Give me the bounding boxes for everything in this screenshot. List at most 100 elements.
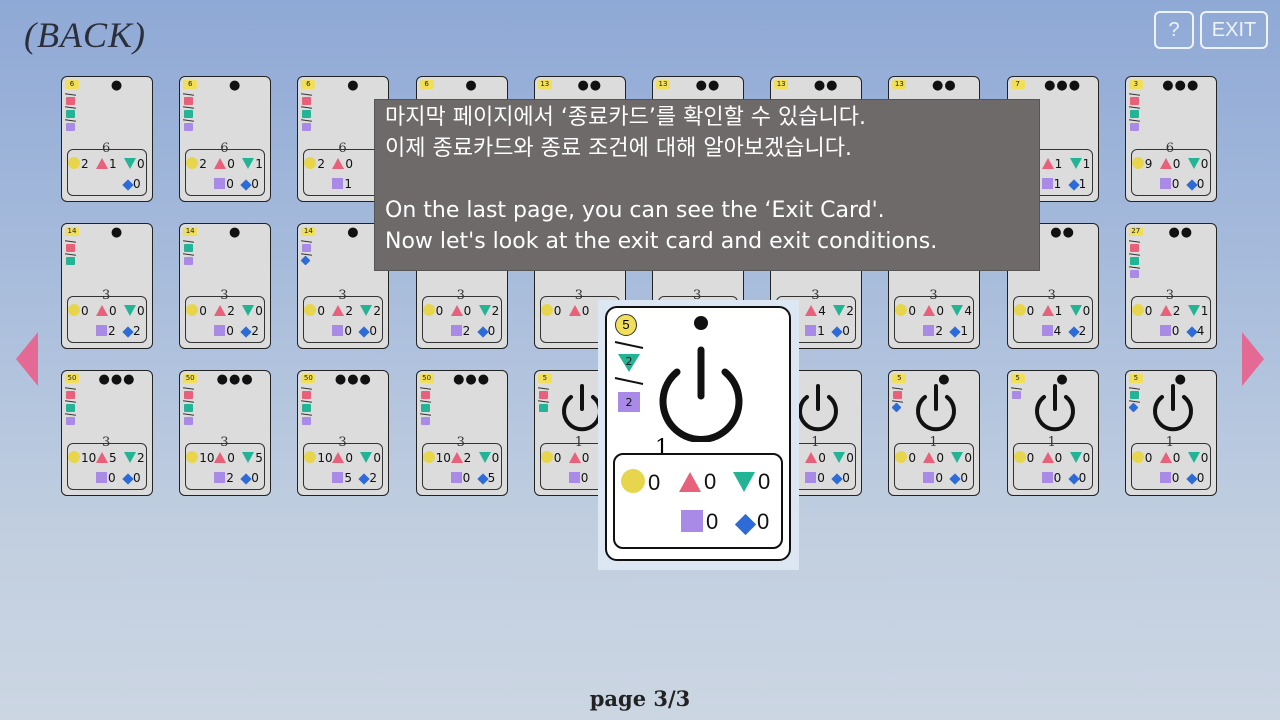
card-cost-badge: 5 xyxy=(537,374,552,383)
next-page-arrow[interactable] xyxy=(1242,332,1264,386)
triangle-up-count: 0 xyxy=(450,304,471,318)
diamond-count: 0 xyxy=(734,509,769,536)
card[interactable]: 50 ●●● 3 10 0 5 2 0 xyxy=(179,370,272,496)
triangle-down-count: 0 xyxy=(733,469,770,495)
triangle-up-count: 1 xyxy=(1041,304,1062,318)
overlay-line-4: Now let's look at the exit card and exit… xyxy=(385,229,938,254)
card-cost-badge: 13 xyxy=(656,80,670,89)
card[interactable]: 14 ● 3 0 0 0 2 2 xyxy=(61,223,153,349)
overlay-line-3: On the last page, you can see the ‘Exit … xyxy=(385,198,885,223)
card-dots: ●●● xyxy=(98,372,136,387)
card[interactable]: 5 ● 1 0 0 0 0 0 xyxy=(1124,370,1217,496)
card-level: 1 xyxy=(929,435,938,450)
card-dots: ● xyxy=(110,225,124,240)
triangle-up-count: 0 xyxy=(214,451,235,465)
triangle-up-count: 0 xyxy=(1041,451,1062,465)
card[interactable]: 27 ●● 3 0 2 1 0 4 xyxy=(1124,223,1217,349)
card-cost-badge: 6 xyxy=(301,80,316,89)
diamond-count: 2 xyxy=(1067,324,1086,338)
card[interactable]: 5 ● 1 0 0 0 0 0 xyxy=(1006,370,1099,496)
square-count: 1 xyxy=(1041,177,1061,191)
square-count: 0 xyxy=(923,471,943,485)
card-chain xyxy=(64,239,79,265)
triangle-down-count: 1 xyxy=(1187,304,1208,318)
square-count: 2 xyxy=(96,324,116,338)
card-level: 3 xyxy=(456,288,465,303)
card-level: 1 xyxy=(1047,435,1056,450)
circle-count: 9 xyxy=(1131,157,1152,171)
card-cost-badge: 7 xyxy=(1010,80,1025,89)
card[interactable]: 50 ●●● 3 10 5 2 0 0 xyxy=(61,370,153,496)
card-level: 6 xyxy=(220,141,229,156)
diamond-count: 0 xyxy=(1067,471,1086,485)
card-cost-badge: 14 xyxy=(301,227,316,236)
diamond-count: 5 xyxy=(476,471,495,485)
card-level: 3 xyxy=(220,435,229,450)
diamond-count: 1 xyxy=(949,324,968,338)
card-level: 3 xyxy=(456,435,465,450)
card[interactable]: 50 ●●● 3 10 0 0 5 2 xyxy=(297,370,390,496)
circle-count: 0 xyxy=(422,304,443,318)
circle-count: 0 xyxy=(895,304,916,318)
card-cost-badge: 5 xyxy=(1010,374,1025,383)
square-count: 0 xyxy=(1159,471,1179,485)
card-level: 6 xyxy=(338,141,347,156)
card[interactable]: 5 ● 1 0 0 0 0 0 xyxy=(888,370,981,496)
card-level: 3 xyxy=(338,288,347,303)
card-dots: ● xyxy=(347,78,360,93)
card-cost-badge: 5 xyxy=(615,314,637,336)
card-dots: ● xyxy=(229,78,242,93)
triangle-down-count: 2 xyxy=(478,304,499,318)
card-cost-badge: 14 xyxy=(183,227,198,236)
back-button[interactable]: (BACK) xyxy=(24,14,146,56)
card[interactable]: 6 ● 6 2 0 1 0 0 xyxy=(179,76,272,202)
triangle-up-count: 0 xyxy=(332,157,353,171)
card[interactable]: 14 ● 3 0 2 0 0 2 xyxy=(179,223,272,349)
power-icon xyxy=(798,384,839,432)
card-chain xyxy=(301,92,315,131)
triangle-down-count: 1 xyxy=(242,157,263,171)
card-dots: ● xyxy=(465,78,478,93)
square-count: 0 xyxy=(450,471,470,485)
card-dots: ●●● xyxy=(1044,78,1082,93)
card[interactable]: 6 ● 6 2 1 0 0 xyxy=(61,76,153,202)
diamond-count: 0 xyxy=(831,324,850,338)
triangle-up-count: 0 xyxy=(1159,451,1180,465)
prev-page-arrow[interactable] xyxy=(16,332,38,386)
square-count: 0 xyxy=(1159,177,1179,191)
card-cost-badge: 50 xyxy=(65,374,79,383)
triangle-up-count: 0 xyxy=(923,304,944,318)
card-dots: ●● xyxy=(1168,225,1194,240)
triangle-up-count: 2 xyxy=(214,304,235,318)
card[interactable]: 3 ●●● 6 9 0 0 0 0 xyxy=(1124,76,1217,202)
exit-button[interactable]: EXIT xyxy=(1200,11,1268,49)
page-indicator: page 3/3 xyxy=(589,686,691,711)
diamond-count: 0 xyxy=(476,324,495,338)
triangle-up-count: 0 xyxy=(1159,157,1180,171)
card-cost-badge: 6 xyxy=(419,80,434,89)
card[interactable]: 50 ●●● 3 10 2 0 0 5 xyxy=(415,370,508,496)
chain-square-value: 2 xyxy=(626,396,633,409)
card-cost-badge: 13 xyxy=(537,80,552,89)
square-count: 1 xyxy=(332,177,352,191)
help-button[interactable]: ? xyxy=(1154,11,1194,49)
circle-count: 0 xyxy=(1013,451,1034,465)
square-count: 0 xyxy=(805,471,825,485)
diamond-count: 0 xyxy=(831,471,850,485)
card-level: 3 xyxy=(102,288,111,303)
triangle-up-count: 0 xyxy=(96,304,117,318)
diamond-count: 2 xyxy=(240,324,259,338)
card-chain xyxy=(300,239,315,266)
card-cost-badge: 13 xyxy=(774,80,789,89)
tutorial-overlay: 마지막 페이지에서 ‘종료카드’를 확인할 수 있습니다. 이제 종료카드와 종… xyxy=(374,99,1040,271)
diamond-count: 0 xyxy=(122,471,141,485)
triangle-down-count: 5 xyxy=(242,451,263,465)
power-icon xyxy=(916,384,957,432)
triangle-down-count: 0 xyxy=(1187,451,1208,465)
card-level: 6 xyxy=(1165,141,1175,156)
triangle-up-count: 1 xyxy=(96,157,117,171)
card-chain xyxy=(183,92,197,131)
circle-count: 2 xyxy=(186,157,207,171)
exit-card-enlarged[interactable]: 5 2 2 1 0 0 0 0 0 xyxy=(605,306,791,561)
card-dots: ●●● xyxy=(334,372,372,387)
